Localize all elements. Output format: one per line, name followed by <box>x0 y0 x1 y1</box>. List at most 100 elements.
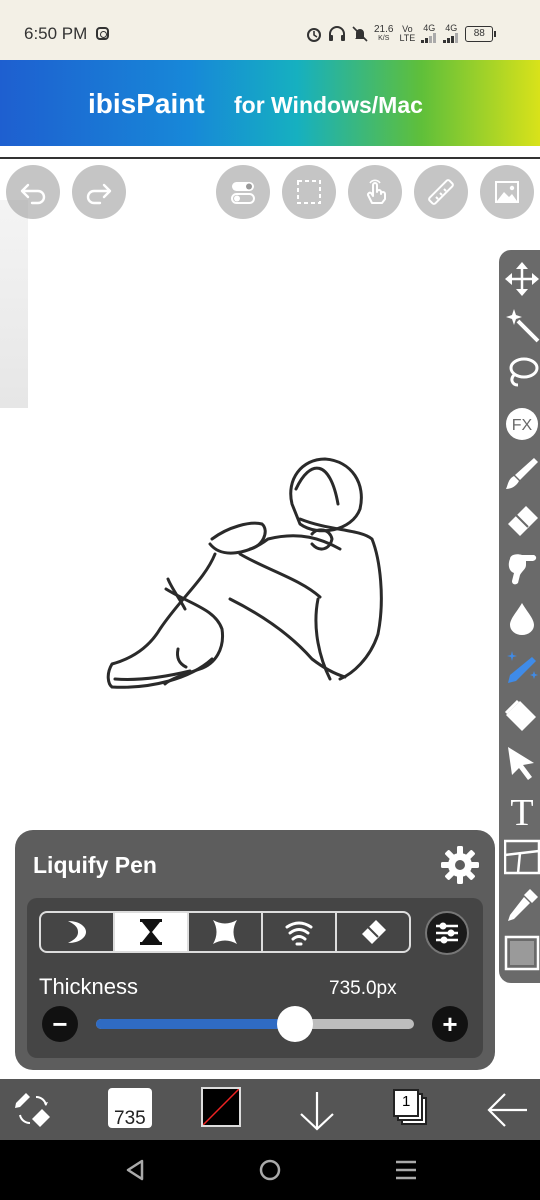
speed-value: 21.6 <box>374 24 394 35</box>
mute-icon <box>352 26 368 42</box>
headphones-icon <box>329 26 345 41</box>
touch-icon <box>367 179 386 204</box>
mode-twirl[interactable] <box>263 913 337 951</box>
arrow-left-icon <box>487 1093 527 1127</box>
mode-restore[interactable] <box>337 913 409 951</box>
tool-special-pen[interactable] <box>499 644 540 690</box>
frame-divider-icon <box>503 839 540 875</box>
tool-transform[interactable] <box>499 256 540 302</box>
brush-size-button[interactable]: 735 <box>108 1088 152 1129</box>
toggle-button[interactable] <box>216 165 270 219</box>
tool-brush[interactable] <box>499 450 540 496</box>
move-arrows-icon <box>504 262 539 296</box>
signal-icon <box>421 32 437 43</box>
volte-indicator: Vo LTE <box>399 25 415 43</box>
tool-smudge[interactable] <box>499 546 540 592</box>
reference-window[interactable] <box>0 200 28 408</box>
nav-back-icon[interactable] <box>124 1158 146 1182</box>
layer-count: 1 <box>402 1093 411 1110</box>
redo-button[interactable] <box>72 165 126 219</box>
mode-pinch[interactable] <box>115 913 189 951</box>
magic-wand-icon <box>505 309 539 343</box>
thickness-increase-button[interactable]: + <box>432 1006 468 1042</box>
crescent-icon <box>68 921 86 943</box>
tool-strip: FX T <box>499 250 540 983</box>
tool-magic-wand[interactable] <box>499 302 540 348</box>
eraser-icon <box>507 506 538 536</box>
undo-icon <box>20 183 46 205</box>
fill-bucket-icon <box>504 699 536 731</box>
color-slash-icon <box>203 1089 239 1125</box>
quick-switch-button[interactable] <box>10 1085 56 1135</box>
selection-icon <box>297 180 321 204</box>
instagram-icon <box>96 27 109 40</box>
tool-blur[interactable] <box>499 596 540 642</box>
mode-push[interactable] <box>41 913 115 951</box>
smudge-finger-icon <box>508 554 536 585</box>
selection-button[interactable] <box>282 165 336 219</box>
plus-icon: + <box>442 1009 458 1039</box>
undo-button[interactable] <box>6 165 60 219</box>
tool-frame-divider[interactable] <box>499 834 540 880</box>
tool-filter[interactable]: FX <box>499 401 540 447</box>
tool-fill[interactable] <box>499 692 540 738</box>
status-time: 6:50 PM <box>24 24 88 43</box>
brush-settings-button[interactable] <box>425 911 469 955</box>
gear-icon[interactable] <box>439 844 481 886</box>
network-speed: 21.6 K/S <box>374 25 393 43</box>
text-tool-label: T <box>510 793 533 829</box>
expand-icon <box>213 920 237 944</box>
banner-tagline: for Windows/Mac <box>234 92 423 122</box>
text-icon: T <box>510 793 533 829</box>
tool-lasso[interactable] <box>499 350 540 396</box>
tool-eraser[interactable] <box>499 498 540 544</box>
back-arrow-button[interactable] <box>484 1085 530 1135</box>
nav-home-icon[interactable] <box>258 1158 282 1182</box>
color-button[interactable] <box>201 1087 241 1127</box>
toggle-icon <box>231 182 255 204</box>
net2-label: 4G <box>445 22 458 33</box>
thickness-decrease-button[interactable]: − <box>42 1006 78 1042</box>
bottom-toolbar: 735 1 <box>0 1079 540 1140</box>
redo-icon <box>86 183 112 205</box>
reference-image-button[interactable] <box>480 165 534 219</box>
slider-knob[interactable] <box>276 1006 313 1042</box>
signal-2: 4G <box>443 22 459 45</box>
ruler-button[interactable] <box>414 165 468 219</box>
pen-eraser-swap-icon <box>15 1093 50 1127</box>
battery-level: 88 <box>473 28 485 39</box>
tool-eyedropper[interactable] <box>499 882 540 928</box>
eyedropper-icon <box>507 889 538 921</box>
minus-icon: − <box>52 1009 68 1039</box>
cursor-arrow-icon <box>507 747 534 780</box>
signal-icon <box>443 32 459 43</box>
battery-icon: 88 <box>465 26 497 42</box>
sliders-icon <box>436 922 458 944</box>
thickness-label: Thickness <box>39 974 139 999</box>
thickness-value: 735.0px <box>329 978 397 999</box>
layer-down-button[interactable] <box>294 1085 340 1135</box>
tool-text[interactable]: T <box>499 788 540 834</box>
nav-menu-icon[interactable] <box>394 1158 418 1182</box>
status-bar: 6:50 PM 21.6 K/S Vo LTE 4G 4G 88 <box>0 0 540 60</box>
panel-body: Thickness 735.0px − + <box>27 898 483 1058</box>
thickness-slider[interactable] <box>96 1006 414 1042</box>
eraser-icon <box>362 920 386 944</box>
brush-icon <box>505 458 538 489</box>
canvas-icon <box>504 935 539 971</box>
brush-size-value: 735 <box>114 1108 146 1129</box>
touch-button[interactable] <box>348 165 402 219</box>
mode-expand[interactable] <box>189 913 263 951</box>
image-icon <box>495 181 519 203</box>
layers-button[interactable]: 1 <box>393 1089 427 1125</box>
tool-canvas[interactable] <box>499 930 540 976</box>
arrow-down-icon <box>300 1092 334 1131</box>
liquify-mode-selector <box>39 911 411 953</box>
volte-bottom: LTE <box>399 33 416 43</box>
tool-selection-pen[interactable] <box>499 740 540 786</box>
alarm-icon <box>307 28 321 42</box>
sparkle-pen-icon <box>506 651 538 683</box>
net1-label: 4G <box>423 22 436 33</box>
fx-icon: FX <box>505 408 538 440</box>
ad-banner[interactable]: ibisPaint for Windows/Mac <box>0 60 540 146</box>
